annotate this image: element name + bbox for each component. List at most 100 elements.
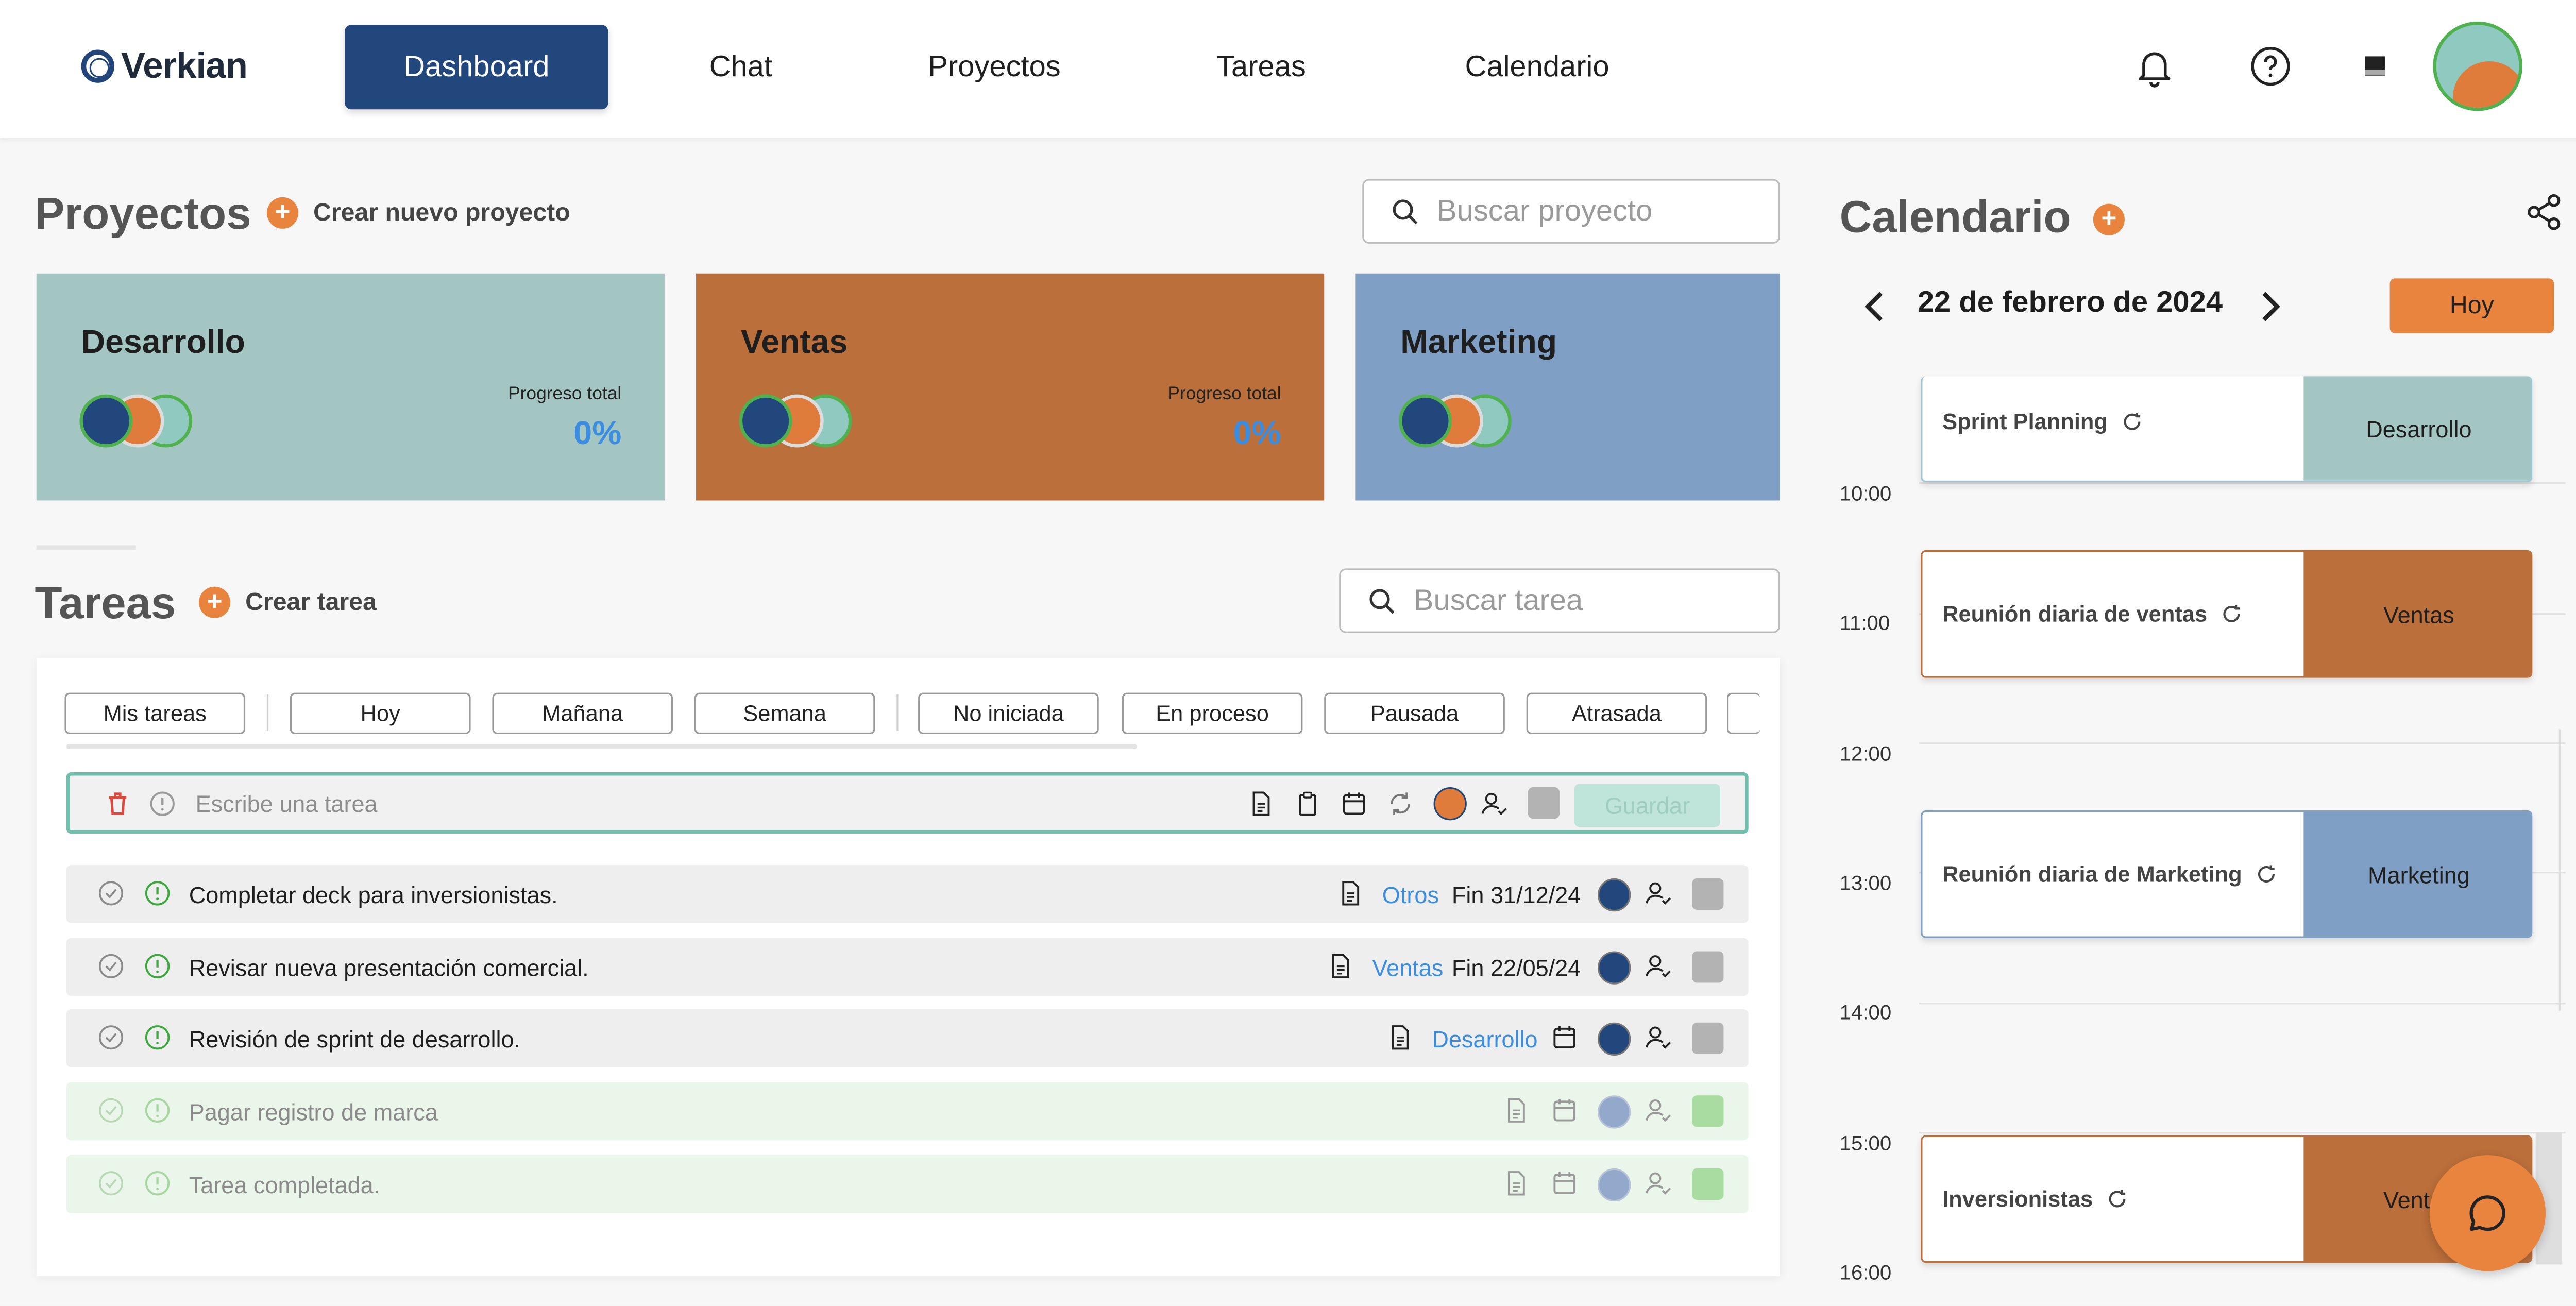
- assignee-avatar[interactable]: [1597, 951, 1631, 985]
- bell-icon[interactable]: [2133, 45, 2176, 88]
- chat-fab-button[interactable]: [2429, 1155, 2546, 1271]
- priority-icon[interactable]: [143, 878, 173, 908]
- project-card-marketing[interactable]: Marketing: [1355, 273, 1780, 501]
- assignee-avatar[interactable]: [1597, 1022, 1631, 1056]
- recurring-icon: [2123, 413, 2140, 430]
- filter-mis-tareas[interactable]: Mis tareas: [64, 692, 246, 735]
- filter-no-iniciada[interactable]: No iniciada: [918, 692, 1099, 735]
- priority-icon[interactable]: [147, 789, 177, 819]
- calendar-event[interactable]: Reunión diaria de ventas Ventas: [1921, 550, 2533, 678]
- task-search-input[interactable]: [1410, 582, 1732, 620]
- assign-user-icon[interactable]: [1644, 1023, 1674, 1053]
- create-task-button[interactable]: + Crear tarea: [199, 586, 377, 618]
- nav-calendario[interactable]: Calendario: [1417, 25, 1657, 109]
- calendar-icon[interactable]: [1550, 1023, 1580, 1053]
- create-project-label: Crear nuevo proyecto: [313, 199, 570, 227]
- help-icon[interactable]: [2249, 45, 2292, 88]
- brand-logo[interactable]: Verkian: [81, 45, 248, 88]
- task-project-tag[interactable]: Desarrollo: [1432, 1026, 1537, 1052]
- save-button[interactable]: Guardar: [1574, 784, 1721, 827]
- calendar-event[interactable]: Reunión diaria de Marketing Marketing: [1921, 810, 2533, 938]
- project-card-desarrollo[interactable]: Desarrollo Progreso total 0%: [36, 273, 665, 501]
- language-flag-icon[interactable]: [2355, 50, 2395, 83]
- document-icon[interactable]: [1336, 878, 1366, 908]
- avatar-face: [2452, 61, 2519, 108]
- chevron-right-icon[interactable]: [2257, 290, 2283, 323]
- calendar-icon[interactable]: [1550, 1168, 1580, 1198]
- new-task-input[interactable]: [192, 789, 697, 819]
- task-project-tag[interactable]: Ventas: [1372, 955, 1444, 981]
- create-event-button[interactable]: +: [2093, 203, 2125, 235]
- assign-user-icon[interactable]: [1644, 1168, 1674, 1198]
- status-square[interactable]: [1692, 1168, 1724, 1200]
- priority-icon[interactable]: [143, 951, 173, 981]
- assign-user-icon[interactable]: [1644, 1095, 1674, 1125]
- hour-label: 16:00: [1839, 1261, 1892, 1285]
- task-row-completed[interactable]: Tarea completada.: [66, 1155, 1749, 1213]
- today-button[interactable]: Hoy: [2389, 278, 2554, 333]
- project-card-title: Ventas: [740, 325, 848, 362]
- document-icon[interactable]: [1326, 951, 1355, 981]
- filter-hoy[interactable]: Hoy: [290, 692, 471, 735]
- calendar-event[interactable]: Sprint Planning Desarrollo: [1921, 376, 2533, 483]
- project-search[interactable]: [1362, 179, 1780, 244]
- trash-icon[interactable]: [103, 789, 132, 819]
- filter-more[interactable]: [1726, 692, 1760, 735]
- assignee-avatar[interactable]: [1433, 787, 1467, 821]
- nav-chat[interactable]: Chat: [663, 25, 819, 109]
- progress-value: 0%: [573, 416, 622, 453]
- filter-semana[interactable]: Semana: [694, 692, 875, 735]
- filter-en-proceso[interactable]: En proceso: [1122, 692, 1303, 735]
- task-search[interactable]: [1339, 568, 1780, 633]
- status-square[interactable]: [1692, 1022, 1724, 1054]
- check-circle-icon[interactable]: [96, 951, 126, 981]
- chevron-left-icon[interactable]: [1861, 290, 1887, 323]
- document-icon[interactable]: [1501, 1095, 1531, 1125]
- assign-user-icon[interactable]: [1644, 951, 1674, 981]
- task-row-completed[interactable]: Pagar registro de marca: [66, 1082, 1749, 1141]
- calendar-icon[interactable]: [1550, 1095, 1580, 1125]
- filter-scrollbar[interactable]: [66, 744, 1137, 749]
- check-circle-icon[interactable]: [96, 1023, 126, 1053]
- assign-user-icon[interactable]: [1644, 878, 1674, 908]
- project-search-input[interactable]: [1433, 192, 1755, 231]
- plus-icon: +: [2093, 203, 2125, 235]
- task-project-tag[interactable]: Otros: [1382, 881, 1439, 908]
- status-square[interactable]: [1692, 951, 1724, 983]
- project-members: [1398, 394, 1531, 454]
- assignee-avatar[interactable]: [1597, 878, 1631, 912]
- project-card-ventas[interactable]: Ventas Progreso total 0%: [696, 273, 1325, 501]
- user-avatar[interactable]: [2433, 21, 2522, 111]
- document-icon[interactable]: [1501, 1168, 1531, 1198]
- check-circle-icon[interactable]: [96, 1095, 126, 1125]
- status-square[interactable]: [1528, 787, 1560, 819]
- assign-user-icon[interactable]: [1480, 789, 1510, 819]
- filter-pausada[interactable]: Pausada: [1324, 692, 1505, 735]
- status-square[interactable]: [1692, 878, 1724, 910]
- nav-dashboard[interactable]: Dashboard: [345, 25, 608, 110]
- document-icon[interactable]: [1385, 1023, 1415, 1053]
- repeat-icon[interactable]: [1385, 789, 1415, 819]
- task-row[interactable]: Completar deck para inversionistas. Otro…: [66, 865, 1749, 923]
- check-circle-icon[interactable]: [96, 1168, 126, 1198]
- priority-icon[interactable]: [143, 1095, 173, 1125]
- nav-tareas[interactable]: Tareas: [1160, 25, 1362, 109]
- document-icon[interactable]: [1246, 789, 1276, 819]
- filter-manana[interactable]: Mañana: [492, 692, 673, 735]
- task-row[interactable]: Revisar nueva presentación comercial. Ve…: [66, 938, 1749, 996]
- calendar-title: Calendario: [1839, 192, 2071, 242]
- nav-proyectos[interactable]: Proyectos: [878, 25, 1110, 109]
- calendar-icon[interactable]: [1339, 789, 1369, 819]
- priority-icon[interactable]: [143, 1023, 173, 1053]
- share-icon[interactable]: [2524, 192, 2564, 232]
- assignee-avatar[interactable]: [1597, 1168, 1631, 1202]
- filter-atrasada[interactable]: Atrasada: [1526, 692, 1707, 735]
- task-row[interactable]: Revisión de sprint de desarrollo. Desarr…: [66, 1009, 1749, 1067]
- check-circle-icon[interactable]: [96, 878, 126, 908]
- assignee-avatar[interactable]: [1597, 1095, 1631, 1129]
- create-project-button[interactable]: + Crear nuevo proyecto: [266, 197, 570, 229]
- priority-icon[interactable]: [143, 1168, 173, 1198]
- task-text: Tarea completada.: [189, 1172, 380, 1198]
- clipboard-icon[interactable]: [1293, 789, 1323, 819]
- status-square[interactable]: [1692, 1095, 1724, 1127]
